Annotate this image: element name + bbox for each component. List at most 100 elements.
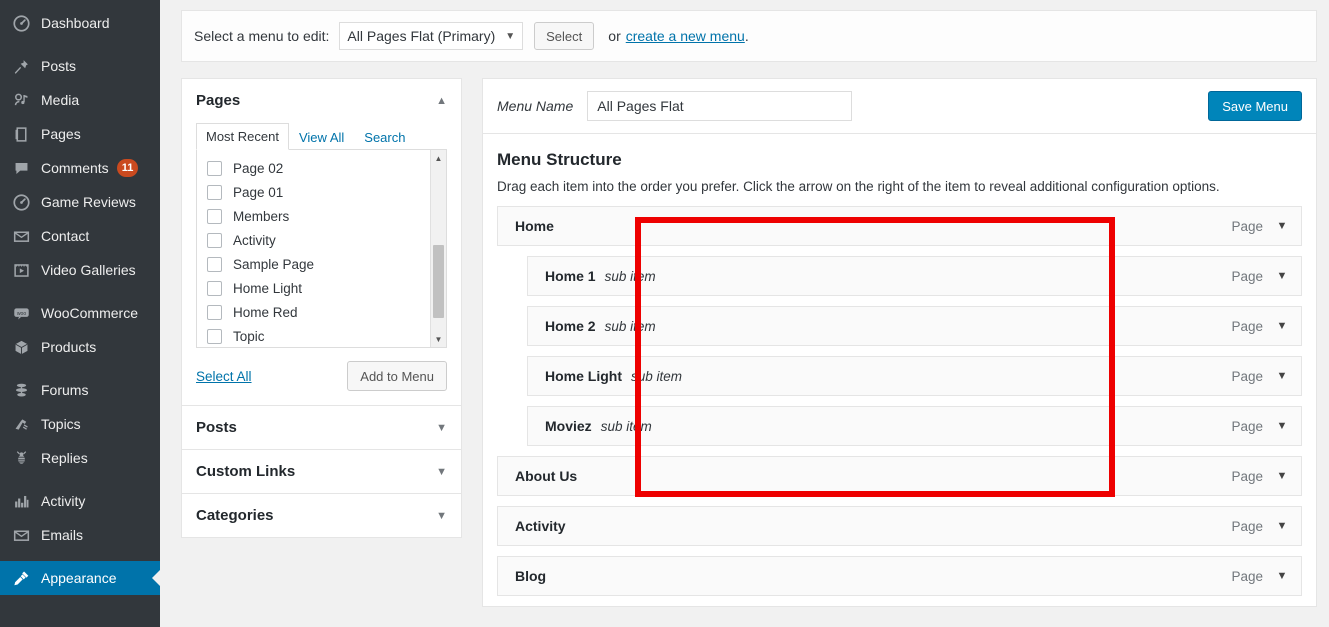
sidebar-item-media[interactable]: Media bbox=[0, 83, 160, 117]
scroll-down-icon[interactable]: ▼ bbox=[431, 331, 446, 347]
tab-search[interactable]: Search bbox=[354, 124, 415, 150]
page-checkbox-row[interactable]: Topic bbox=[197, 324, 446, 348]
create-new-menu-link[interactable]: create a new menu bbox=[626, 28, 745, 44]
page-label: Home Light bbox=[233, 281, 302, 296]
panel-posts-title: Posts bbox=[196, 419, 237, 436]
scrollbar-track[interactable] bbox=[431, 166, 446, 331]
checkbox[interactable] bbox=[207, 209, 222, 224]
sidebar-item-emails[interactable]: Emails bbox=[0, 518, 160, 552]
chevron-down-icon[interactable]: ▼ bbox=[436, 466, 447, 478]
sidebar-item-label: Replies bbox=[41, 451, 88, 465]
sidebar-item-woocommerce[interactable]: wooWooCommerce bbox=[0, 296, 160, 330]
page-checkbox-row[interactable]: Members bbox=[197, 204, 446, 228]
checkbox[interactable] bbox=[207, 185, 222, 200]
sidebar-separator bbox=[0, 287, 160, 296]
menu-item-row[interactable]: About UsPage▼ bbox=[497, 456, 1302, 496]
chevron-down-icon[interactable]: ▼ bbox=[1263, 570, 1301, 582]
sidebar-item-pages[interactable]: Pages bbox=[0, 117, 160, 151]
checkbox[interactable] bbox=[207, 233, 222, 248]
sidebar-separator bbox=[0, 552, 160, 561]
menu-item-row[interactable]: ActivityPage▼ bbox=[497, 506, 1302, 546]
menu-item-row[interactable]: HomePage▼ bbox=[497, 206, 1302, 246]
sidebar-item-label: Appearance bbox=[41, 571, 117, 585]
activity-icon bbox=[10, 491, 32, 511]
tab-view-all[interactable]: View All bbox=[289, 124, 354, 150]
page-label: Sample Page bbox=[233, 257, 314, 272]
sidebar-item-comments[interactable]: Comments11 bbox=[0, 151, 160, 185]
scrollbar-thumb[interactable] bbox=[433, 245, 444, 318]
sidebar-item-video-galleries[interactable]: Video Galleries bbox=[0, 253, 160, 287]
panel-categories-header[interactable]: Categories ▼ bbox=[182, 494, 461, 537]
menu-select-dropdown[interactable]: All Pages Flat (Primary) ▼ bbox=[339, 22, 523, 50]
sidebar-item-game-reviews[interactable]: Game Reviews bbox=[0, 185, 160, 219]
video-icon bbox=[10, 260, 32, 280]
chevron-down-icon[interactable]: ▼ bbox=[436, 510, 447, 522]
panel-pages: Pages ▲ Most RecentView AllSearch Page 0… bbox=[181, 78, 462, 406]
page-checkbox-row[interactable]: Page 02 bbox=[197, 156, 446, 180]
sidebar-item-dashboard[interactable]: Dashboard bbox=[0, 6, 160, 40]
panel-custom-links-title: Custom Links bbox=[196, 463, 295, 480]
menu-item-sub-label: sub item bbox=[605, 269, 656, 284]
pages-tabs: Most RecentView AllSearch bbox=[196, 122, 447, 150]
comments-count-badge: 11 bbox=[117, 159, 139, 177]
select-button[interactable]: Select bbox=[534, 22, 594, 50]
add-to-menu-button[interactable]: Add to Menu bbox=[347, 361, 447, 391]
page-checkbox-row[interactable]: Home Light bbox=[197, 276, 446, 300]
menu-item-row[interactable]: Home Lightsub itemPage▼ bbox=[527, 356, 1302, 396]
checkbox[interactable] bbox=[207, 257, 222, 272]
save-menu-button[interactable]: Save Menu bbox=[1208, 91, 1302, 121]
menu-item-title: About Us bbox=[515, 468, 577, 484]
checkbox[interactable] bbox=[207, 329, 222, 344]
menu-select-bar: Select a menu to edit: All Pages Flat (P… bbox=[181, 10, 1317, 62]
sidebar-item-activity[interactable]: Activity bbox=[0, 484, 160, 518]
period-text: . bbox=[745, 28, 749, 44]
pages-checklist[interactable]: Page 02 Page 01 Members Activity Sample Page… bbox=[196, 150, 447, 348]
menu-item-row[interactable]: BlogPage▼ bbox=[497, 556, 1302, 596]
chevron-up-icon[interactable]: ▲ bbox=[436, 95, 447, 107]
checkbox[interactable] bbox=[207, 161, 222, 176]
menu-item-row[interactable]: Moviezsub itemPage▼ bbox=[527, 406, 1302, 446]
page-checkbox-row[interactable]: Home Red bbox=[197, 300, 446, 324]
panel-custom-links-header[interactable]: Custom Links ▼ bbox=[182, 450, 461, 493]
replies-icon bbox=[10, 448, 32, 468]
sidebar-item-contact[interactable]: Contact bbox=[0, 219, 160, 253]
sidebar-item-label: Dashboard bbox=[41, 16, 110, 30]
sidebar-item-posts[interactable]: Posts bbox=[0, 49, 160, 83]
sidebar-item-products[interactable]: Products bbox=[0, 330, 160, 364]
page-checkbox-row[interactable]: Activity bbox=[197, 228, 446, 252]
sidebar-item-replies[interactable]: Replies bbox=[0, 441, 160, 475]
panel-posts-header[interactable]: Posts ▼ bbox=[182, 406, 461, 449]
menu-item-title: Blog bbox=[515, 568, 546, 584]
menu-name-input[interactable] bbox=[587, 91, 852, 121]
scroll-up-icon[interactable]: ▲ bbox=[431, 150, 446, 166]
page-label: Members bbox=[233, 209, 289, 224]
pages-icon bbox=[10, 124, 32, 144]
sidebar-item-topics[interactable]: Topics bbox=[0, 407, 160, 441]
panel-categories-title: Categories bbox=[196, 507, 274, 524]
menu-item-type: Page bbox=[1231, 219, 1263, 234]
pin-icon bbox=[10, 56, 32, 76]
checkbox[interactable] bbox=[207, 305, 222, 320]
chevron-down-icon[interactable]: ▼ bbox=[1263, 470, 1301, 482]
checkbox[interactable] bbox=[207, 281, 222, 296]
page-checkbox-row[interactable]: Sample Page bbox=[197, 252, 446, 276]
menu-item-row[interactable]: Home 1sub itemPage▼ bbox=[527, 256, 1302, 296]
chevron-down-icon[interactable]: ▼ bbox=[1263, 370, 1301, 382]
page-label: Activity bbox=[233, 233, 276, 248]
chevron-down-icon[interactable]: ▼ bbox=[1263, 420, 1301, 432]
page-checkbox-row[interactable]: Page 01 bbox=[197, 180, 446, 204]
sidebar-item-appearance[interactable]: Appearance bbox=[0, 561, 160, 595]
page-label: Page 02 bbox=[233, 161, 283, 176]
menu-item-row[interactable]: Home 2sub itemPage▼ bbox=[527, 306, 1302, 346]
sidebar-item-forums[interactable]: Forums bbox=[0, 373, 160, 407]
chevron-down-icon[interactable]: ▼ bbox=[1263, 520, 1301, 532]
sidebar-item-label: Game Reviews bbox=[41, 195, 136, 209]
chevron-down-icon[interactable]: ▼ bbox=[1263, 270, 1301, 282]
pages-scrollbar[interactable]: ▲ ▼ bbox=[430, 150, 446, 347]
chevron-down-icon[interactable]: ▼ bbox=[436, 422, 447, 434]
chevron-down-icon[interactable]: ▼ bbox=[1263, 220, 1301, 232]
select-all-link[interactable]: Select All bbox=[196, 369, 252, 384]
chevron-down-icon[interactable]: ▼ bbox=[1263, 320, 1301, 332]
panel-pages-header[interactable]: Pages ▲ bbox=[182, 79, 461, 122]
tab-most-recent[interactable]: Most Recent bbox=[196, 123, 289, 150]
